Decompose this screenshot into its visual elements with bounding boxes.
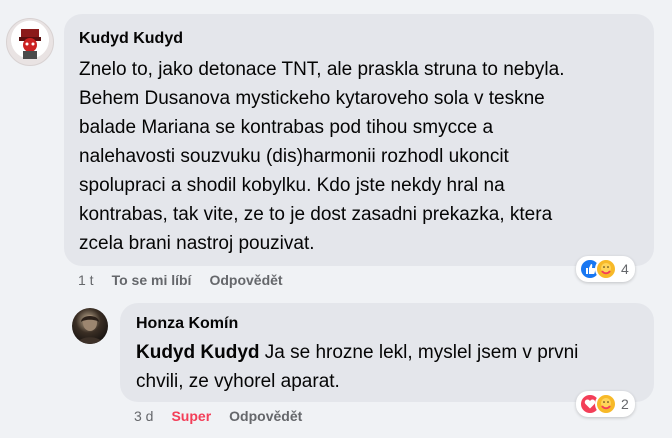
like-button[interactable]: To se mi líbí (112, 272, 192, 288)
person-photo-icon (77, 315, 103, 344)
reply-button[interactable]: Odpovědět (209, 272, 282, 288)
comment-author[interactable]: Kudyd Kudyd (79, 30, 183, 48)
care-icon (595, 393, 617, 415)
care-icon (595, 258, 617, 280)
reply-avatar[interactable] (72, 308, 108, 344)
reply-text: Kudyd Kudyd Ja se hrozne lekl, myslel js… (136, 338, 646, 396)
reply-author[interactable]: Honza Komín (136, 315, 238, 333)
avatar-figure-icon (19, 29, 41, 59)
comment-text: Znelo to, jako detonace TNT, ale praskla… (79, 59, 565, 254)
reply-reply-button[interactable]: Odpovědět (229, 408, 302, 424)
reaction-count: 4 (621, 261, 629, 277)
super-reaction-button[interactable]: Super (171, 408, 211, 424)
comment-reactions[interactable]: 4 (576, 256, 635, 282)
reaction-count: 2 (621, 396, 629, 412)
reply-time[interactable]: 3 d (134, 408, 153, 424)
comment-time[interactable]: 1 t (78, 272, 94, 288)
comment-avatar[interactable] (6, 18, 54, 66)
reply-reactions[interactable]: 2 (576, 391, 635, 417)
reply-actions: 3 d Super Odpovědět (134, 408, 320, 424)
comment-actions: 1 t To se mi líbí Odpovědět (78, 272, 301, 288)
reply-mention[interactable]: Kudyd Kudyd (136, 342, 260, 363)
